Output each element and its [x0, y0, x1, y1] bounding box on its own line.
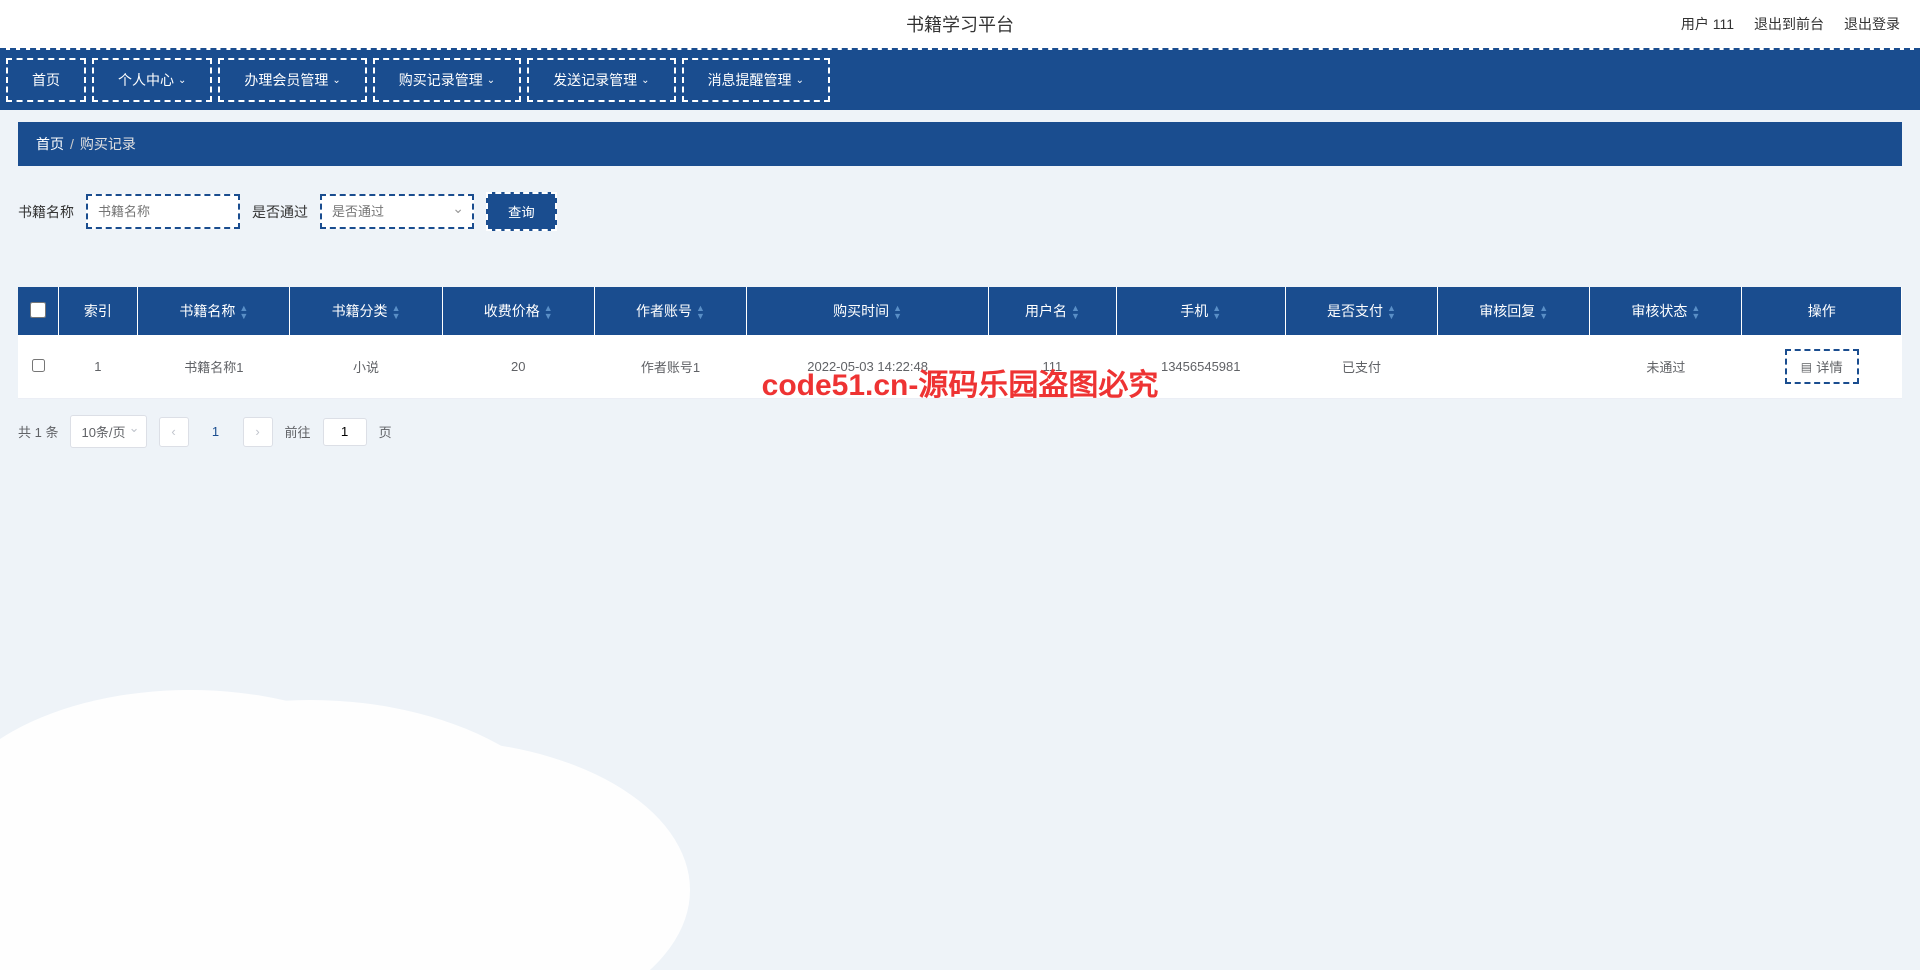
sort-icon [239, 304, 248, 320]
chevron-down-icon: ⌄ [641, 75, 649, 86]
goto-suffix: 页 [379, 422, 392, 441]
book-name-input[interactable] [88, 196, 238, 227]
breadcrumb-separator: / [70, 136, 74, 152]
page-size-select[interactable]: 10条/页 [70, 415, 146, 448]
col-book-name[interactable]: 书籍名称 [138, 287, 290, 335]
cell-author: 作者账号1 [594, 335, 746, 399]
nav-personal-center[interactable]: 个人中心 ⌄ [92, 58, 212, 102]
chevron-down-icon: ⌄ [332, 75, 340, 86]
cell-buy-time: 2022-05-03 14:22:48 [747, 335, 989, 399]
cell-book-name: 书籍名称1 [138, 335, 290, 399]
chevron-down-icon: ⌄ [487, 75, 495, 86]
content-area: 书籍名称 是否通过 查询 索引 书籍名称 书籍分类 收费价格 作者账号 [18, 184, 1902, 464]
nav-label: 办理会员管理 [244, 70, 328, 90]
sort-icon [893, 304, 902, 320]
nav-send-record[interactable]: 发送记录管理 ⌄ [527, 58, 675, 102]
col-review-reply[interactable]: 审核回复 [1438, 287, 1590, 335]
header-bar: 书籍学习平台 用户 111 退出到前台 退出登录 [0, 0, 1920, 50]
col-phone[interactable]: 手机 [1116, 287, 1285, 335]
data-table: 索引 书籍名称 书籍分类 收费价格 作者账号 购买时间 用户名 手机 是否支付 … [18, 287, 1902, 399]
nav-purchase-record[interactable]: 购买记录管理 ⌄ [373, 58, 521, 102]
pagination: 共 1 条 10条/页 ‹ 1 › 前往 页 [18, 399, 1902, 464]
document-icon: ▤ [1801, 360, 1812, 374]
select-all-checkbox[interactable] [30, 302, 46, 318]
nav-home[interactable]: 首页 [6, 58, 86, 102]
nav-label: 购买记录管理 [399, 70, 483, 90]
goto-prefix: 前往 [285, 422, 311, 441]
prev-page-button[interactable]: ‹ [159, 417, 189, 447]
nav-label: 消息提醒管理 [708, 70, 792, 90]
cell-review-reply [1438, 335, 1590, 399]
nav-label: 发送记录管理 [553, 70, 637, 90]
book-name-input-wrap [86, 194, 240, 229]
total-text: 共 1 条 [18, 422, 58, 441]
breadcrumb-current: 购买记录 [80, 134, 136, 154]
main-nav: 首页 个人中心 ⌄ 办理会员管理 ⌄ 购买记录管理 ⌄ 发送记录管理 ⌄ 消息提… [0, 50, 1920, 110]
goto-page-input[interactable] [323, 418, 367, 446]
header-right: 用户 111 退出到前台 退出登录 [1681, 14, 1900, 34]
pass-select-wrap [320, 194, 474, 229]
sort-icon [1691, 304, 1700, 320]
nav-message-manage[interactable]: 消息提醒管理 ⌄ [682, 58, 830, 102]
cell-index: 1 [58, 335, 138, 399]
sort-icon [1212, 304, 1221, 320]
pass-select[interactable] [322, 196, 472, 227]
cell-phone: 13456545981 [1116, 335, 1285, 399]
sort-icon [544, 304, 553, 320]
cloud-decoration [0, 690, 440, 970]
breadcrumb: 首页 / 购买记录 [18, 122, 1902, 166]
detail-label: 详情 [1816, 357, 1843, 376]
breadcrumb-root[interactable]: 首页 [36, 134, 64, 154]
col-action: 操作 [1742, 287, 1902, 335]
cell-paid: 已支付 [1285, 335, 1437, 399]
sort-icon [696, 304, 705, 320]
detail-button[interactable]: ▤ 详情 [1785, 349, 1859, 384]
col-buy-time[interactable]: 购买时间 [747, 287, 989, 335]
col-review-status[interactable]: 审核状态 [1590, 287, 1742, 335]
col-price[interactable]: 收费价格 [442, 287, 594, 335]
col-username[interactable]: 用户名 [989, 287, 1116, 335]
col-category[interactable]: 书籍分类 [290, 287, 442, 335]
current-page[interactable]: 1 [201, 417, 231, 447]
col-paid[interactable]: 是否支付 [1285, 287, 1437, 335]
cell-price: 20 [442, 335, 594, 399]
filter-row: 书籍名称 是否通过 查询 [18, 184, 1902, 247]
sort-icon [1387, 304, 1396, 320]
goto-front-link[interactable]: 退出到前台 [1754, 14, 1824, 34]
cell-review-status: 未通过 [1590, 335, 1742, 399]
next-page-button[interactable]: › [243, 417, 273, 447]
logout-link[interactable]: 退出登录 [1844, 14, 1900, 34]
cell-username: 111 [989, 335, 1116, 399]
chevron-down-icon: ⌄ [178, 75, 186, 86]
app-title: 书籍学习平台 [906, 11, 1014, 37]
cell-category: 小说 [290, 335, 442, 399]
sort-icon [392, 304, 401, 320]
col-index[interactable]: 索引 [58, 287, 138, 335]
nav-label: 首页 [32, 70, 60, 90]
nav-member-manage[interactable]: 办理会员管理 ⌄ [218, 58, 366, 102]
row-checkbox[interactable] [32, 359, 45, 372]
pass-label: 是否通过 [252, 202, 308, 222]
nav-label: 个人中心 [118, 70, 174, 90]
col-checkbox [18, 287, 58, 335]
table-row: 1 书籍名称1 小说 20 作者账号1 2022-05-03 14:22:48 … [18, 335, 1902, 399]
sort-icon [1539, 304, 1548, 320]
user-label[interactable]: 用户 111 [1681, 14, 1734, 34]
chevron-down-icon: ⌄ [796, 75, 804, 86]
sort-icon [1071, 304, 1080, 320]
col-author[interactable]: 作者账号 [594, 287, 746, 335]
table-wrap: 索引 书籍名称 书籍分类 收费价格 作者账号 购买时间 用户名 手机 是否支付 … [18, 287, 1902, 399]
query-button[interactable]: 查询 [486, 192, 557, 231]
book-name-label: 书籍名称 [18, 202, 74, 222]
